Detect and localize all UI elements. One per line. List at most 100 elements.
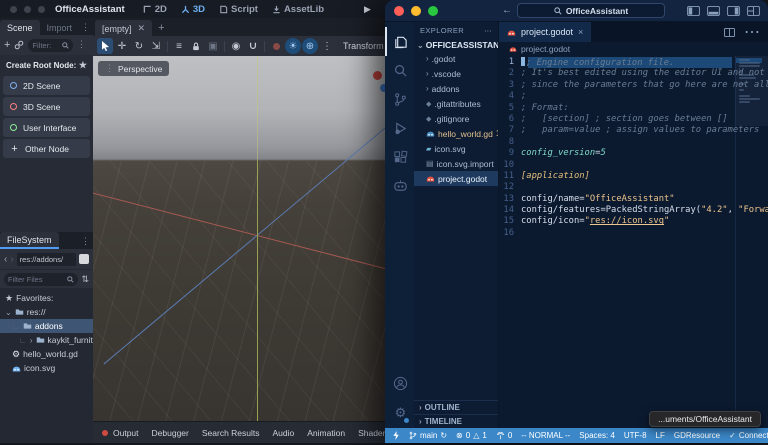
sort-files-icon[interactable]: ⇅ (81, 274, 89, 284)
close-tab-icon[interactable]: × (578, 27, 583, 37)
fs-item-kaykit-furnit-[interactable]: ∟› kaykit_furnit... (0, 333, 93, 347)
bottom-tab-animation[interactable]: Animation (307, 428, 345, 438)
fs-item-addons[interactable]: ∟ addons (0, 319, 93, 333)
select-tool-icon[interactable] (97, 38, 113, 54)
section-timeline[interactable]: › TIMELINE (414, 414, 498, 428)
explorer-actions-icon[interactable]: ⋯ (484, 26, 492, 35)
gizmo-x-handle[interactable] (373, 71, 382, 80)
3d-viewport[interactable]: ⋮ Perspective (93, 56, 392, 421)
toggle-split-mode-icon[interactable] (79, 254, 89, 264)
bottom-tab-audio[interactable]: Audio (273, 428, 295, 438)
fs-item-res-[interactable]: ⌄ res:// (0, 305, 93, 319)
explorer-icon[interactable] (385, 27, 414, 56)
explorer-item--vscode[interactable]: › .vscode (414, 66, 498, 81)
scale-tool-icon[interactable]: ⇲ (148, 38, 164, 54)
remote-indicator[interactable] (392, 431, 400, 440)
close-window-icon[interactable] (394, 5, 404, 16)
workspace-tab-2d[interactable]: 2D (137, 2, 173, 17)
local-space-icon[interactable]: ◉ (228, 38, 244, 54)
nav-forward-icon[interactable]: › (10, 254, 13, 265)
section-outline[interactable]: › OUTLINE (414, 400, 498, 414)
history-back-icon[interactable]: ← (502, 5, 512, 16)
node-button-other-node[interactable]: + Other Node (3, 139, 90, 158)
favorite-star-icon[interactable]: ★ (79, 60, 87, 71)
run-debug-icon[interactable] (385, 114, 414, 143)
toggle-secondary-sidebar-icon[interactable] (727, 6, 740, 16)
nav-back-icon[interactable]: ‹ (4, 254, 7, 265)
explorer-item-project-godot[interactable]: project.godot (414, 171, 498, 186)
close-window-icon[interactable] (10, 5, 17, 13)
favorites-row[interactable]: ★ Favorites: (0, 291, 93, 305)
group-icon[interactable]: ▣ (205, 38, 221, 54)
environment-toggle-icon[interactable]: ⊕ (302, 38, 318, 54)
workspace-tab-3d[interactable]: 3D (175, 2, 211, 17)
play-button[interactable]: ▶ (364, 4, 371, 15)
bottom-tab-debugger[interactable]: Debugger (152, 428, 189, 438)
add-node-icon[interactable]: + (4, 40, 10, 51)
perspective-button[interactable]: ⋮ Perspective (98, 61, 170, 76)
code-editor[interactable]: 1 ; Engine configuration file. 2 ; It's bes… (499, 56, 768, 428)
explorer-item-icon-svg[interactable]: ▰ icon.svg (414, 141, 498, 156)
explorer-item--gitignore[interactable]: ◆ .gitignore (414, 111, 498, 126)
source-control-icon[interactable] (385, 85, 414, 114)
filesystem-path[interactable]: res://addons/ (16, 252, 76, 266)
scene-tab-empty[interactable]: [empty] ✕ (95, 20, 153, 36)
fs-item-hello-world-gd[interactable]: ⚙ hello_world.gd (0, 347, 93, 361)
bottom-tab-search-results[interactable]: Search Results (202, 428, 260, 438)
sync-icon[interactable]: ↻ (440, 431, 447, 440)
explorer-item--godot[interactable]: › .godot (414, 51, 498, 66)
fs-item-icon-svg[interactable]: icon.svg (0, 361, 93, 375)
account-icon[interactable] (385, 369, 414, 398)
maximize-window-icon[interactable] (428, 5, 438, 16)
move-tool-icon[interactable]: ✛ (114, 38, 130, 54)
viewport-options-icon[interactable]: ⋮ (319, 38, 335, 54)
minimize-window-icon[interactable] (24, 5, 31, 13)
explorer-item-icon-svg-import[interactable]: ▤ icon.svg.import (414, 156, 498, 171)
tab-scene[interactable]: Scene (0, 20, 40, 35)
toggle-sidebar-icon[interactable] (687, 6, 700, 16)
toggle-panel-icon[interactable] (707, 6, 720, 16)
ports-status[interactable]: 0 (496, 431, 512, 440)
transform-menu[interactable]: Transform (343, 41, 384, 51)
scene-filter-input[interactable]: Filter: (28, 38, 73, 52)
filesystem-menu-icon[interactable]: ⋮ (81, 236, 93, 249)
editor-more-actions-icon[interactable]: ⋯ (744, 22, 760, 42)
extensions-icon[interactable] (385, 143, 414, 172)
tab-project-godot[interactable]: project.godot × (499, 22, 593, 42)
explorer-item-hello-world-gd[interactable]: hello_world.gd1 (414, 126, 498, 141)
status-utf-8[interactable]: UTF-8 (624, 431, 647, 440)
new-scene-tab-button[interactable]: + (152, 22, 170, 36)
workspace-tab-script[interactable]: Script (213, 2, 264, 17)
camera-preview-icon[interactable] (268, 38, 284, 54)
status-gdresource[interactable]: GDResource (674, 431, 720, 440)
bottom-tab-output[interactable]: Output (113, 428, 139, 438)
node-button-user-interface[interactable]: User Interface (3, 118, 90, 137)
snap-icon[interactable] (245, 38, 261, 54)
status-spaces-4[interactable]: Spaces: 4 (579, 431, 615, 440)
problems-status[interactable]: ⊗ 0 △ 1 (456, 431, 487, 440)
instance-scene-icon[interactable] (14, 40, 24, 50)
rotate-tool-icon[interactable]: ↻ (131, 38, 147, 54)
workspace-tab-assetlib[interactable]: AssetLib (266, 2, 330, 17)
git-branch-status[interactable]: main ↻ (409, 431, 447, 440)
node-button-3d-scene[interactable]: 3D Scene (3, 97, 90, 116)
sun-toggle-icon[interactable]: ☀ (285, 38, 301, 54)
settings-gear-icon[interactable]: ⚙ (385, 398, 414, 428)
node-button-2d-scene[interactable]: 2D Scene (3, 76, 90, 95)
tab-filesystem[interactable]: FileSystem (0, 232, 59, 249)
explorer-item--gitattributes[interactable]: ◆ .gitattributes (414, 96, 498, 111)
maximize-window-icon[interactable] (38, 5, 45, 13)
scene-toolbar-menu-icon[interactable]: ⋮ (77, 39, 89, 52)
dock-menu-icon[interactable]: ⋮ (81, 22, 93, 35)
close-scene-tab-icon[interactable]: ✕ (138, 23, 146, 34)
search-icon[interactable] (385, 56, 414, 85)
split-editor-icon[interactable] (724, 27, 735, 37)
minimize-window-icon[interactable] (411, 5, 421, 16)
list-select-icon[interactable]: ≡ (171, 38, 187, 54)
breadcrumb[interactable]: project.godot (499, 42, 768, 56)
tab-import[interactable]: Import (40, 20, 80, 35)
filesystem-filter-input[interactable]: Filter Files (4, 272, 79, 286)
explorer-item-addons[interactable]: › addons (414, 81, 498, 96)
explorer-root-folder[interactable]: ⌄ OFFICEASSISTANT (414, 39, 498, 51)
vim-mode-indicator[interactable]: -- NORMAL -- (521, 431, 570, 440)
